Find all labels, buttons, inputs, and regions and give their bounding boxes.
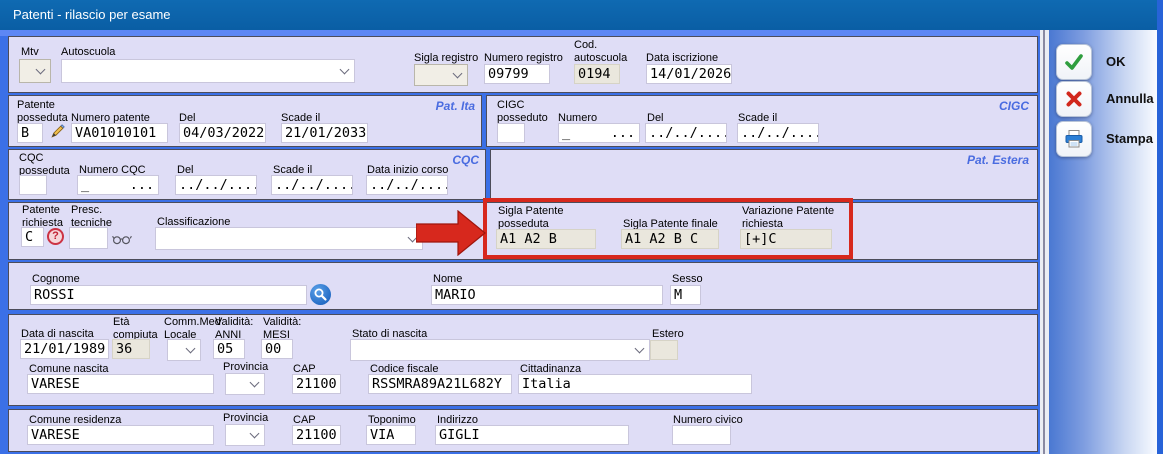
numero-civico-field[interactable]	[672, 425, 731, 445]
sidebar: OK Annulla Stampa	[1049, 30, 1157, 454]
numero-registro-field[interactable]: 09799	[484, 64, 550, 84]
stampa-button-label: Stampa	[1106, 131, 1153, 146]
section-tag-cqc: CQC	[452, 153, 479, 167]
estero-field	[650, 340, 678, 360]
panel-patente-estera: Pat. Estera	[490, 149, 1038, 200]
cigc-posseduto-label: CIGC posseduto	[497, 99, 559, 125]
panel-cqc: CQC CQC posseduta Numero CQC _ ... Del .…	[8, 149, 486, 200]
autoscuola-label: Autoscuola	[61, 46, 115, 59]
presc-tecniche-field[interactable]	[69, 227, 108, 249]
cqc-del-field[interactable]: ../../....	[175, 175, 257, 195]
section-tag-cigc: CIGC	[999, 99, 1029, 113]
chevron-down-icon	[453, 69, 463, 79]
numero-patente-field[interactable]: VA01010101	[71, 123, 168, 143]
cqc-inizio-corso-field[interactable]: ../../....	[366, 175, 448, 195]
data-nascita-field[interactable]: 21/01/1989	[20, 339, 109, 359]
cqc-numero-field[interactable]: _ ...	[77, 175, 159, 195]
annulla-button-label: Annulla	[1106, 91, 1154, 106]
panel-nascita: Data di nascita 21/01/1989 Età compiuta …	[8, 314, 1038, 406]
classificazione-dropdown[interactable]: Categoria C	[155, 227, 423, 250]
chevron-down-icon	[186, 344, 196, 354]
eta-compiuta-field: 36	[112, 339, 150, 359]
codice-fiscale-field[interactable]: RSSMRA89A21L682Y	[368, 374, 512, 394]
annulla-button[interactable]: Annulla	[1056, 81, 1152, 117]
toponimo-field[interactable]: VIA	[366, 425, 416, 445]
highlight-rectangle	[483, 198, 853, 259]
indirizzo-field[interactable]: GIGLI	[435, 425, 629, 445]
patente-richiesta-field[interactable]: C	[21, 227, 44, 247]
cittadinanza-field[interactable]: Italia	[518, 374, 752, 394]
panel-cigc: CIGC CIGC posseduto Numero _ ... Del ../…	[486, 95, 1038, 147]
cqc-scade-field[interactable]: ../../....	[271, 175, 353, 195]
ok-button[interactable]: OK	[1056, 44, 1152, 80]
panel-divider	[1040, 30, 1049, 454]
data-iscrizione-field[interactable]: 14/01/2026	[646, 64, 732, 84]
x-icon	[1056, 81, 1092, 117]
cod-autoscuola-label: Cod. autoscuola	[574, 39, 632, 65]
sesso-field[interactable]: M	[670, 285, 701, 305]
sigla-registro-dropdown[interactable]: A98	[414, 64, 468, 86]
window-titlebar: Patenti - rilascio per esame	[0, 0, 1163, 30]
stampa-button[interactable]: Stampa	[1056, 121, 1152, 157]
comune-nascita-field[interactable]: VARESE	[27, 374, 214, 394]
cigc-scade-field[interactable]: ../../....	[737, 123, 819, 143]
cqc-posseduta-field[interactable]	[19, 175, 47, 195]
patente-del-field[interactable]: 04/03/2022	[179, 123, 266, 143]
chevron-down-icon	[36, 65, 46, 75]
window-title: Patenti - rilascio per esame	[13, 7, 171, 22]
cigc-del-field[interactable]: ../../....	[645, 123, 727, 143]
cap-residenza-field[interactable]: 21100	[292, 425, 341, 445]
section-tag-pat-estera: Pat. Estera	[967, 153, 1029, 167]
validita-anni-field[interactable]: 05	[213, 339, 245, 359]
mtv-label: Mtv	[21, 46, 39, 59]
glasses-icon[interactable]	[112, 232, 132, 250]
patente-posseduta-label: Patente posseduta	[17, 99, 75, 125]
panel-registro: Mtv N Autoscuola 1. Aut. Voldomino - VAR…	[8, 36, 1038, 93]
search-icon[interactable]	[310, 284, 331, 305]
printer-icon	[1056, 121, 1092, 157]
cigc-numero-field[interactable]: _ ...	[558, 123, 640, 143]
cigc-posseduto-field[interactable]	[497, 123, 525, 143]
patente-posseduta-field[interactable]: B	[17, 123, 43, 143]
autoscuola-dropdown[interactable]: 1. Aut. Voldomino - VARESE (VA)	[61, 59, 355, 83]
comune-residenza-field[interactable]: VARESE	[27, 425, 214, 445]
panel-anagrafica: Cognome ROSSI Nome MARIO Sesso M	[8, 262, 1038, 310]
chevron-down-icon	[250, 378, 260, 388]
cognome-field[interactable]: ROSSI	[30, 285, 307, 305]
highlight-arrow-icon	[416, 210, 486, 261]
panel-patente-italiana: Pat. Ita Patente posseduta B Numero pate…	[8, 95, 482, 147]
stato-nascita-dropdown[interactable]: Italia	[350, 339, 650, 361]
check-icon	[1056, 44, 1092, 80]
nome-field[interactable]: MARIO	[431, 285, 663, 305]
edit-pencil-icon[interactable]	[49, 123, 66, 145]
window-border-right	[1157, 0, 1163, 454]
mtv-dropdown[interactable]: N	[19, 59, 51, 83]
cap-nascita-field[interactable]: 21100	[292, 374, 341, 394]
help-icon[interactable]: ?	[47, 228, 64, 245]
chevron-down-icon	[635, 344, 645, 354]
provincia-nascita-dropdown[interactable]: VA	[225, 373, 265, 395]
chevron-down-icon	[340, 65, 350, 75]
panel-residenza: Comune residenza VARESE Provincia VA CAP…	[8, 409, 1038, 452]
cod-autoscuola-field: 0194	[574, 64, 620, 84]
provincia-residenza-dropdown[interactable]: VA	[225, 424, 265, 446]
patente-scade-field[interactable]: 21/01/2033	[281, 123, 368, 143]
ok-button-label: OK	[1106, 54, 1126, 69]
chevron-down-icon	[250, 429, 260, 439]
validita-mesi-field[interactable]: 00	[261, 339, 293, 359]
comm-med-dropdown[interactable]	[167, 339, 201, 361]
section-tag-pat-ita: Pat. Ita	[436, 99, 475, 113]
